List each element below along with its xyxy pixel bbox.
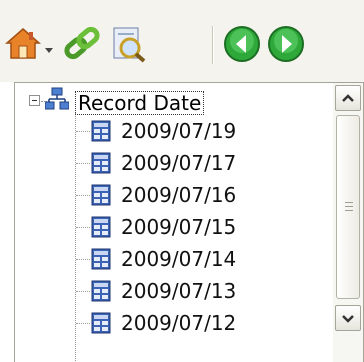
tree-item-label[interactable]: 2009/07/16 xyxy=(121,183,236,207)
tree-item-label[interactable]: 2009/07/13 xyxy=(121,279,236,303)
tree-guide xyxy=(76,259,90,260)
vertical-scrollbar[interactable] xyxy=(333,83,363,362)
dropdown-arrow-icon[interactable] xyxy=(44,40,54,53)
grip-icon xyxy=(345,202,353,211)
find-icon[interactable] xyxy=(108,24,148,64)
tree-guide xyxy=(75,113,76,362)
tree-panel: Record Date 2009/07/19 2009/07/17 2009/07/… xyxy=(14,82,364,362)
toolbar xyxy=(0,0,364,82)
tree-item-label[interactable]: 2009/07/17 xyxy=(121,151,236,175)
tree-item-label[interactable]: 2009/07/15 xyxy=(121,215,236,239)
toolbar-separator xyxy=(212,26,214,64)
tree-guide xyxy=(76,163,90,164)
tree-item-label[interactable]: 2009/07/19 xyxy=(121,119,236,143)
collapse-toggle-icon[interactable] xyxy=(29,95,40,106)
tree-item[interactable]: 2009/07/13 xyxy=(91,275,331,307)
record-icon xyxy=(91,184,111,206)
tree-guide xyxy=(76,195,90,196)
chevron-down-icon xyxy=(342,315,354,323)
hierarchy-icon xyxy=(44,87,70,111)
tree-item[interactable]: 2009/07/15 xyxy=(91,211,331,243)
forward-icon[interactable] xyxy=(266,24,306,64)
record-icon xyxy=(91,312,111,334)
back-icon[interactable] xyxy=(222,24,262,64)
tree-guide xyxy=(76,131,90,132)
chevron-up-icon xyxy=(342,94,354,102)
scroll-down-button[interactable] xyxy=(335,305,361,331)
tree-item-label[interactable]: 2009/07/14 xyxy=(121,247,236,271)
tree-item[interactable]: 2009/07/14 xyxy=(91,243,331,275)
tree-guide xyxy=(76,291,90,292)
tree-guide xyxy=(76,227,90,228)
home-icon[interactable] xyxy=(4,24,42,62)
tree-guide xyxy=(76,323,90,324)
record-icon xyxy=(91,280,111,302)
record-icon xyxy=(91,120,111,142)
scroll-thumb[interactable] xyxy=(336,115,360,299)
tree-item[interactable]: 2009/07/19 xyxy=(91,115,331,147)
tree-item[interactable]: 2009/07/12 xyxy=(91,307,331,339)
tree-root-label[interactable]: Record Date xyxy=(75,91,205,115)
scroll-up-button[interactable] xyxy=(335,85,361,111)
tree-item[interactable]: 2009/07/17 xyxy=(91,147,331,179)
tree-item[interactable]: 2009/07/16 xyxy=(91,179,331,211)
record-icon xyxy=(91,248,111,270)
tree-item-label[interactable]: 2009/07/12 xyxy=(121,311,236,335)
record-icon xyxy=(91,216,111,238)
record-icon xyxy=(91,152,111,174)
link-icon[interactable] xyxy=(62,24,102,64)
tree-view[interactable]: Record Date 2009/07/19 2009/07/17 2009/07/… xyxy=(15,83,333,362)
